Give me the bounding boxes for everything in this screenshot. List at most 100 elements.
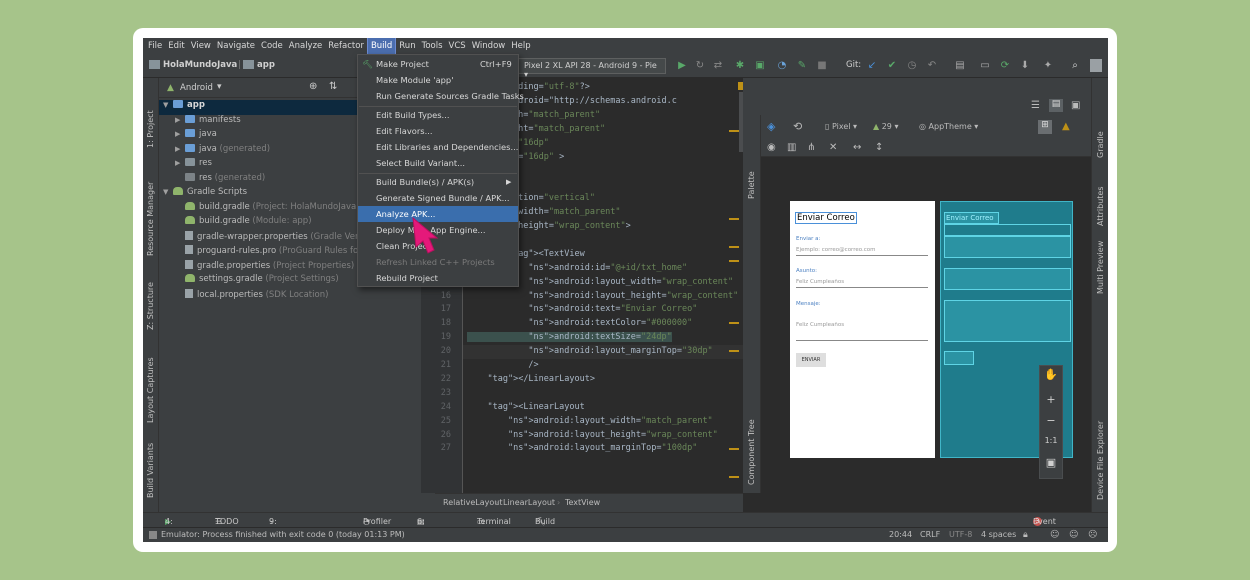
layers-icon[interactable]: ◈	[767, 120, 775, 133]
menu-item-rebuild-project[interactable]: Rebuild Project	[358, 270, 518, 286]
tab-build-variants[interactable]: Build Variants	[146, 443, 155, 498]
device-selector[interactable]: Pixel 2 XL API 28 - Android 9 - Pie ▾	[518, 58, 666, 79]
menu-item-select-build-variant[interactable]: Select Build Variant...	[358, 155, 518, 171]
code-line[interactable]: "ns">android:layout_marginTop="30dp"	[467, 346, 712, 356]
sync-gradle-icon[interactable]: ⟳	[998, 59, 1012, 73]
autoconnect-icon[interactable]: ⋔	[807, 142, 815, 153]
file-encoding[interactable]: UTF-8	[949, 530, 972, 539]
menu-item-edit-flavors[interactable]: Edit Flavors...	[358, 123, 518, 139]
warning-marker[interactable]	[729, 448, 739, 450]
code-line[interactable]: "tag"><LinearLayout	[467, 402, 584, 412]
layout-toggle-icon[interactable]	[149, 531, 157, 539]
zoom-in-icon[interactable]: +	[1040, 393, 1062, 406]
code-line[interactable]: "ns">android:layout_height="wrap_content…	[467, 430, 718, 440]
api-dropdown[interactable]: ▲ 29 ▾	[873, 122, 898, 131]
menu-item-generate-signed[interactable]: Generate Signed Bundle / APK...	[358, 190, 518, 206]
menu-navigate[interactable]: Navigate	[214, 38, 258, 54]
phone-preview[interactable]: Enviar Correo Enviar a: Ejemplo: correo@…	[790, 201, 935, 458]
warning-marker[interactable]	[729, 246, 739, 248]
bp-button[interactable]	[944, 351, 974, 365]
orientation-icon[interactable]: ⟲	[793, 120, 802, 133]
tab-structure[interactable]: Z: Structure	[146, 282, 155, 330]
menu-item-edit-libraries[interactable]: Edit Libraries and Dependencies...	[358, 139, 518, 155]
android-icon[interactable]: ✦	[1041, 59, 1055, 73]
project-structure-icon[interactable]: ▤	[953, 59, 967, 73]
code-line[interactable]: "ns">android:textSize="24dp"	[467, 332, 672, 343]
git-commit-icon[interactable]: ✔	[885, 59, 899, 73]
tab-resource-manager[interactable]: Resource Manager	[146, 182, 155, 256]
warning-marker[interactable]	[729, 218, 739, 220]
crumb-linearlayout[interactable]: LinearLayout	[503, 498, 555, 507]
caret-position[interactable]: 20:44	[889, 530, 912, 539]
apply-changes-icon[interactable]: ↻	[693, 59, 707, 73]
menu-help[interactable]: Help	[508, 38, 533, 54]
menu-item-build-bundle[interactable]: Build Bundle(s) / APK(s) ▶	[358, 174, 518, 190]
preview-message-field[interactable]: Feliz Cumpleaños	[796, 322, 928, 341]
project-view-selector[interactable]: Android	[180, 83, 213, 93]
code-line[interactable]: "ns">android:layout_width="match_parent"	[467, 416, 713, 426]
warning-marker[interactable]	[729, 476, 739, 478]
chevron-down-icon[interactable]: ▾	[217, 82, 222, 92]
tab-attributes[interactable]: Attributes	[1096, 187, 1105, 227]
preview-subject-field[interactable]: Feliz Cumpleaños	[796, 279, 928, 288]
language-icon[interactable]: ⊞	[1038, 120, 1052, 134]
warning-icon[interactable]: ▲	[1062, 121, 1070, 132]
menu-analyze[interactable]: Analyze	[286, 38, 326, 54]
theme-dropdown[interactable]: ◎ AppTheme ▾	[919, 122, 978, 131]
feedback-icon[interactable]: ☹	[1088, 530, 1097, 540]
warning-marker[interactable]	[729, 322, 739, 324]
menu-build[interactable]: Build	[366, 38, 397, 55]
code-line[interactable]: "ns">android:layout_height="wrap_content…	[467, 291, 738, 301]
preview-to-field[interactable]: Ejemplo: correo@correo.com	[796, 247, 928, 256]
profile-icon[interactable]: ◔	[775, 59, 789, 73]
split-view-icon[interactable]: ▤	[1049, 99, 1063, 112]
status-message[interactable]: Emulator: Process finished with exit cod…	[161, 530, 405, 539]
zoom-actual-size[interactable]: 1:1	[1040, 436, 1062, 445]
warning-marker[interactable]	[729, 260, 739, 262]
warning-marker[interactable]	[729, 130, 739, 132]
pan-icon[interactable]: ✋	[1040, 368, 1062, 381]
code-line[interactable]: "tag"></LinearLayout>	[467, 374, 594, 384]
code-line[interactable]: />	[467, 360, 538, 370]
memory-icon[interactable]: ☺	[1069, 530, 1078, 540]
menu-refactor[interactable]: Refactor	[325, 38, 367, 54]
debug-icon[interactable]: ✱	[733, 59, 747, 73]
avd-manager-icon[interactable]: ▭	[978, 59, 992, 73]
menu-item-make-module[interactable]: Make Module 'app'	[358, 72, 518, 88]
menu-code[interactable]: Code	[258, 38, 286, 54]
menu-window[interactable]: Window	[469, 38, 509, 54]
menu-item-generate-sources[interactable]: Run Generate Sources Gradle Tasks	[358, 88, 524, 104]
bp-block[interactable]	[944, 300, 1071, 342]
tab-palette[interactable]: Palette	[747, 171, 756, 199]
preview-title[interactable]: Enviar Correo	[795, 212, 857, 224]
tree-item-local-properties[interactable]: local.properties (SDK Location)	[159, 288, 421, 304]
line-separator[interactable]: CRLF	[920, 530, 940, 539]
menu-item-edit-build-types[interactable]: Edit Build Types...	[358, 107, 518, 123]
menu-run[interactable]: Run	[396, 38, 418, 54]
preview-send-button[interactable]: ENVIAR	[796, 353, 826, 367]
git-history-icon[interactable]: ◷	[905, 59, 919, 73]
design-view-icon[interactable]: ▣	[1071, 100, 1080, 111]
menu-file[interactable]: File	[145, 38, 165, 54]
crumb-relativelayout[interactable]: RelativeLayout	[443, 498, 502, 507]
tab-project[interactable]: 1: Project	[146, 110, 155, 148]
lock-icon[interactable]: 🔒︎	[1023, 530, 1028, 540]
code-view-icon[interactable]: ☰	[1031, 100, 1040, 111]
expand-vertical-icon[interactable]: ↕	[875, 142, 883, 153]
code-line[interactable]: "ns">android:layout_marginTop="100dp"	[467, 443, 697, 453]
tab-gradle[interactable]: Gradle	[1096, 131, 1105, 158]
rollback-icon[interactable]: ↶	[925, 59, 939, 73]
stop-icon[interactable]: ■	[815, 59, 829, 73]
attach-debugger-icon[interactable]: ✎	[795, 59, 809, 73]
expand-horizontal-icon[interactable]: ↔	[853, 142, 861, 153]
coverage-icon[interactable]: ▣	[753, 59, 767, 73]
tab-device-file-explorer[interactable]: Device File Explorer	[1096, 421, 1105, 500]
menu-vcs[interactable]: VCS	[446, 38, 469, 54]
inspector-icon[interactable]: ☺	[1050, 530, 1059, 540]
sdk-manager-icon[interactable]: ⬇	[1018, 59, 1032, 73]
margins-icon[interactable]: ▥	[787, 142, 796, 153]
menu-view[interactable]: View	[188, 38, 214, 54]
collapse-all-icon[interactable]: ⇅	[329, 81, 337, 92]
breadcrumb-project[interactable]: HolaMundoJava	[163, 60, 237, 70]
zoom-out-icon[interactable]: −	[1040, 414, 1062, 427]
